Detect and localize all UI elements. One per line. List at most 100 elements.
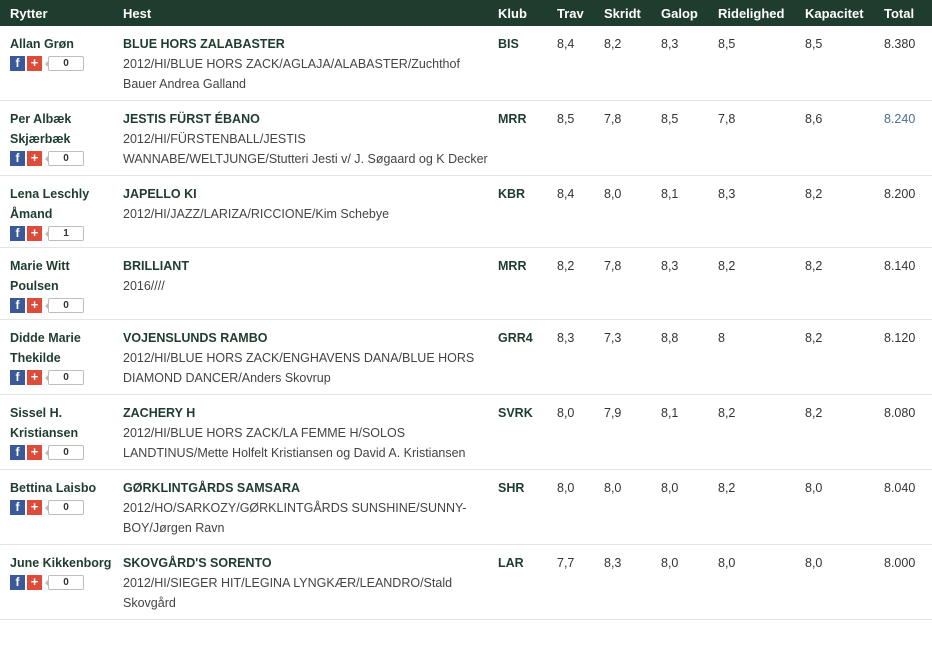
facebook-icon[interactable]: f [10,151,25,166]
score-kapacitet: 8,0 [795,469,874,545]
google-plus-icon[interactable]: + [27,500,42,515]
table-row: Per Albæk Skjærbæk f + 0 JESTIS FÜRST ÉB… [0,100,932,176]
rider-name[interactable]: Bettina Laisbo [10,478,113,498]
share-buttons: f + 0 [10,151,113,166]
share-buttons: f + 0 [10,500,113,515]
header-row: Rytter Hest Klub Trav Skridt Galop Ridel… [0,0,932,26]
horse-details: 2012/HI/BLUE HORS ZACK/AGLAJA/ALABASTER/… [123,57,460,91]
score-kapacitet: 8,5 [795,26,874,101]
club-cell: KBR [488,175,547,248]
table-row: Sissel H. Kristiansen f + 0 ZACHERY H 20… [0,394,932,470]
score-galop: 8,0 [651,469,708,545]
horse-cell: VOJENSLUNDS RAMBO 2012/HI/BLUE HORS ZACK… [113,319,488,395]
rider-name[interactable]: Lena Leschly Åmand [10,184,113,224]
col-header-hest[interactable]: Hest [113,0,488,26]
score-trav: 8,3 [547,319,594,395]
rider-cell: Didde Marie Thekilde f + 0 [0,319,113,395]
score-ridelighed: 8,2 [708,394,795,470]
horse-name[interactable]: ZACHERY H [123,403,488,423]
club-cell: GRR4 [488,319,547,395]
share-count: 1 [45,226,84,241]
share-buttons: f + 0 [10,56,113,71]
rider-cell: June Kikkenborg f + 0 [0,544,113,620]
table-row: Marie Witt Poulsen f + 0 BRILLIANT 2016/… [0,247,932,320]
score-trav: 8,4 [547,26,594,101]
score-skridt: 7,8 [594,247,651,320]
score-kapacitet: 8,2 [795,394,874,470]
score-skridt: 8,0 [594,175,651,248]
rider-name[interactable]: Sissel H. Kristiansen [10,403,113,443]
horse-name[interactable]: SKOVGÅRD'S SORENTO [123,553,488,573]
score-skridt: 8,3 [594,544,651,620]
share-count: 0 [45,445,84,460]
score-galop: 8,1 [651,394,708,470]
col-header-ridelighed[interactable]: Ridelighed [708,0,795,26]
share-count: 0 [45,298,84,313]
horse-name[interactable]: BRILLIANT [123,256,488,276]
score-ridelighed: 8,2 [708,469,795,545]
horse-name[interactable]: BLUE HORS ZALABASTER [123,34,488,54]
score-galop: 8,5 [651,100,708,176]
col-header-klub[interactable]: Klub [488,0,547,26]
horse-name[interactable]: VOJENSLUNDS RAMBO [123,328,488,348]
score-trav: 8,5 [547,100,594,176]
col-header-galop[interactable]: Galop [651,0,708,26]
score-trav: 7,7 [547,544,594,620]
rider-name[interactable]: Marie Witt Poulsen [10,256,113,296]
score-total: 8.140 [874,247,932,320]
rider-name[interactable]: Didde Marie Thekilde [10,328,113,368]
facebook-icon[interactable]: f [10,56,25,71]
google-plus-icon[interactable]: + [27,151,42,166]
facebook-icon[interactable]: f [10,575,25,590]
google-plus-icon[interactable]: + [27,575,42,590]
score-kapacitet: 8,2 [795,175,874,248]
google-plus-icon[interactable]: + [27,445,42,460]
facebook-icon[interactable]: f [10,445,25,460]
facebook-icon[interactable]: f [10,298,25,313]
score-kapacitet: 8,0 [795,544,874,620]
facebook-icon[interactable]: f [10,370,25,385]
rider-name[interactable]: Allan Grøn [10,34,113,54]
horse-cell: ZACHERY H 2012/HI/BLUE HORS ZACK/LA FEMM… [113,394,488,470]
horse-name[interactable]: JESTIS FÜRST ÉBANO [123,109,488,129]
club-cell: LAR [488,544,547,620]
google-plus-icon[interactable]: + [27,226,42,241]
google-plus-icon[interactable]: + [27,298,42,313]
google-plus-icon[interactable]: + [27,56,42,71]
col-header-skridt[interactable]: Skridt [594,0,651,26]
horse-name[interactable]: GØRKLINTGÅRDS SAMSARA [123,478,488,498]
score-ridelighed: 8,2 [708,247,795,320]
table-row: Bettina Laisbo f + 0 GØRKLINTGÅRDS SAMSA… [0,469,932,545]
rider-cell: Bettina Laisbo f + 0 [0,469,113,545]
rider-name[interactable]: June Kikkenborg [10,553,113,573]
col-header-trav[interactable]: Trav [547,0,594,26]
facebook-icon[interactable]: f [10,500,25,515]
score-total: 8.080 [874,394,932,470]
horse-details: 2012/HI/BLUE HORS ZACK/LA FEMME H/SOLOS … [123,426,466,460]
club-cell: MRR [488,100,547,176]
score-total: 8.040 [874,469,932,545]
horse-cell: BRILLIANT 2016//// [113,247,488,320]
rider-name[interactable]: Per Albæk Skjærbæk [10,109,113,149]
share-count: 0 [45,500,84,515]
rider-cell: Sissel H. Kristiansen f + 0 [0,394,113,470]
club-cell: SHR [488,469,547,545]
rider-cell: Per Albæk Skjærbæk f + 0 [0,100,113,176]
club-cell: SVRK [488,394,547,470]
col-header-total[interactable]: Total [874,0,932,26]
horse-details: 2012/HI/FÜRSTENBALL/JESTIS WANNABE/WELTJ… [123,132,488,166]
horse-name[interactable]: JAPELLO KI [123,184,488,204]
google-plus-icon[interactable]: + [27,370,42,385]
col-header-rytter[interactable]: Rytter [0,0,113,26]
club-cell: BIS [488,26,547,101]
share-count: 0 [45,575,84,590]
score-galop: 8,0 [651,544,708,620]
score-galop: 8,3 [651,247,708,320]
rider-cell: Marie Witt Poulsen f + 0 [0,247,113,320]
horse-details: 2012/HI/JAZZ/LARIZA/RICCIONE/Kim Schebye [123,207,390,221]
col-header-kapacitet[interactable]: Kapacitet [795,0,874,26]
score-trav: 8,2 [547,247,594,320]
score-ridelighed: 8,5 [708,26,795,101]
share-buttons: f + 0 [10,298,113,313]
facebook-icon[interactable]: f [10,226,25,241]
